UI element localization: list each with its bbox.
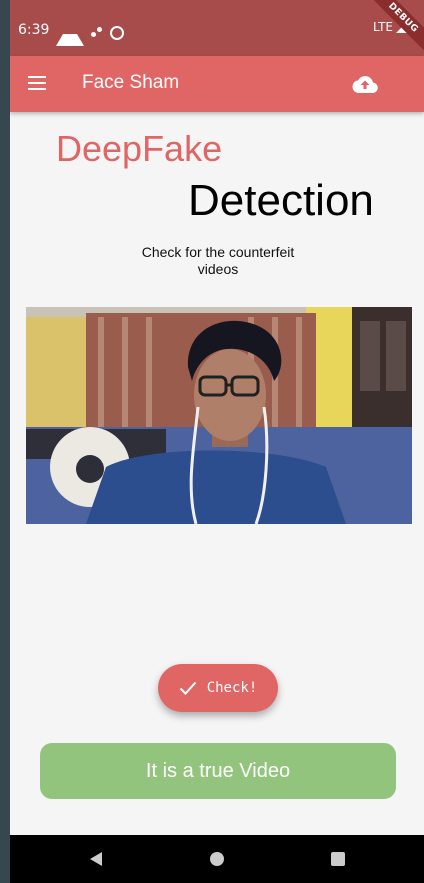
- home-icon[interactable]: [210, 852, 224, 866]
- dots-icon: [90, 26, 104, 40]
- back-icon[interactable]: [90, 852, 102, 866]
- phone-screen: 6:39 LTE DEBUG Face Sham DeepFake Detect…: [10, 0, 424, 883]
- video-preview[interactable]: [26, 307, 412, 524]
- check-button-label: Check!: [206, 680, 258, 696]
- check-button[interactable]: Check!: [158, 664, 278, 712]
- status-notification-icons: [56, 20, 124, 46]
- network-type: LTE: [373, 20, 393, 34]
- result-banner: It is a true Video: [40, 743, 396, 799]
- result-text: It is a true Video: [145, 759, 291, 782]
- status-time: 6:39: [18, 22, 50, 38]
- android-nav-bar: [10, 835, 424, 883]
- app-title: Face Sham: [82, 72, 180, 93]
- status-bar: 6:39 LTE DEBUG: [10, 0, 424, 56]
- video-frame: [26, 307, 412, 524]
- circle-icon: [110, 26, 124, 40]
- check-icon: [179, 681, 196, 695]
- subtitle: Check for the counterfeit videos: [141, 244, 295, 277]
- drive-icon: [56, 20, 84, 46]
- heading-deepfake: DeepFake: [56, 128, 223, 169]
- cloud-upload-icon[interactable]: [352, 74, 378, 94]
- recent-apps-icon[interactable]: [331, 852, 345, 866]
- menu-icon[interactable]: [28, 76, 46, 90]
- heading-detection: Detection: [188, 176, 374, 225]
- app-bar: Face Sham: [10, 56, 424, 112]
